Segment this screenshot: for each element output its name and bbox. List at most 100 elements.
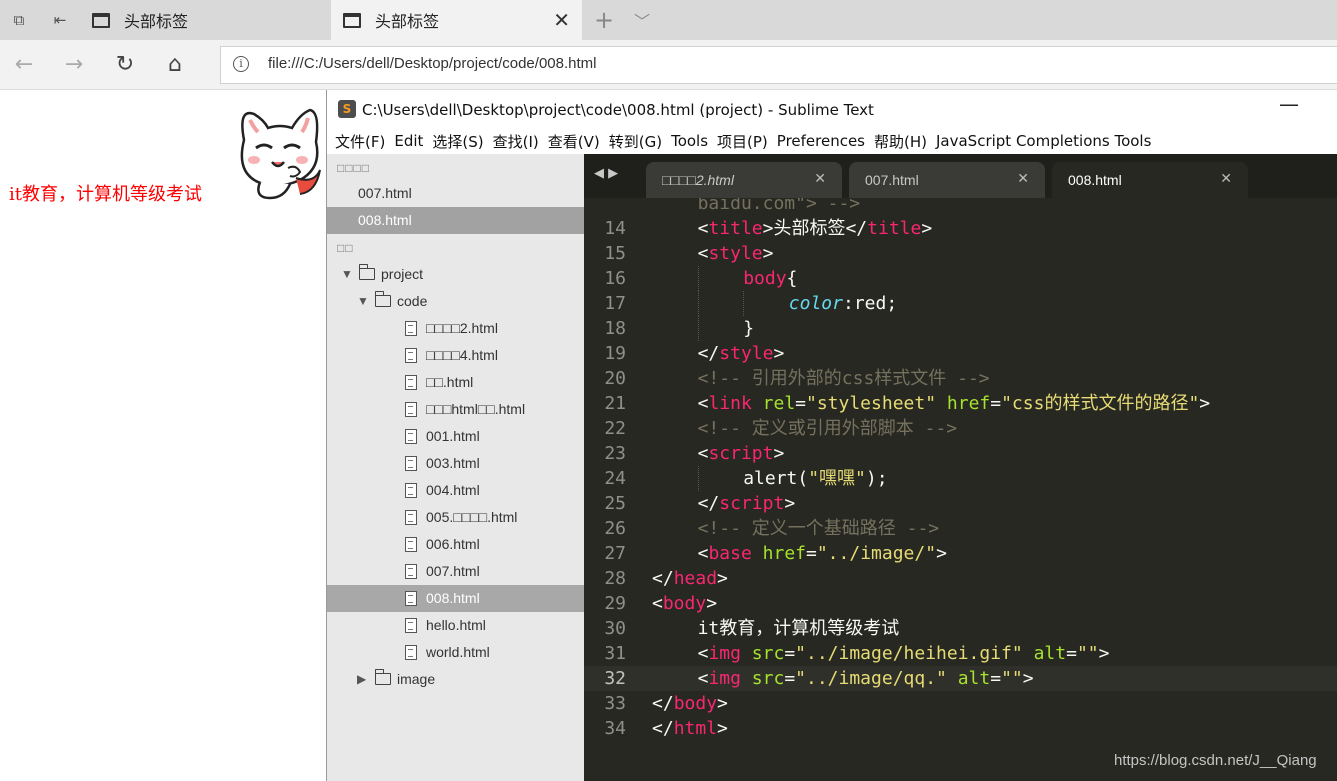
- tree-file[interactable]: world.html: [327, 639, 584, 666]
- menu-item[interactable]: Preferences: [777, 132, 865, 150]
- tree-folder[interactable]: ▶ image: [327, 666, 584, 693]
- tab-preview-icon[interactable]: ⧉: [9, 10, 29, 30]
- menu-item[interactable]: 项目(P): [717, 131, 768, 152]
- folder-icon: [374, 669, 391, 685]
- tree-file[interactable]: hello.html: [327, 612, 584, 639]
- close-icon[interactable]: ✕: [814, 170, 826, 187]
- editor-tab[interactable]: 008.html ✕: [1052, 162, 1248, 198]
- menu-item[interactable]: 文件(F): [335, 131, 385, 152]
- line-number: 19: [604, 343, 626, 364]
- code-line[interactable]: 21 <link rel="stylesheet" href="css的样式文件的…: [584, 391, 1337, 416]
- code-line[interactable]: baidu.com"> -->: [584, 198, 1337, 216]
- code-token: </: [652, 718, 674, 739]
- file-icon: [405, 348, 417, 363]
- code-line[interactable]: 34 </html>: [584, 716, 1337, 741]
- tree-folder[interactable]: ▼ code: [327, 288, 584, 315]
- code-line[interactable]: 20 <!-- 引用外部的css样式文件 -->: [584, 366, 1337, 391]
- address-url[interactable]: file:///C:/Users/dell/Desktop/project/co…: [268, 55, 596, 72]
- code-line[interactable]: 33 </body>: [584, 691, 1337, 716]
- menu-item[interactable]: 查找(I): [493, 131, 539, 152]
- chevron-down-icon[interactable]: ﹀: [634, 8, 650, 32]
- forward-arrow-icon[interactable]: →: [60, 51, 88, 79]
- editor-tab[interactable]: □□□□2.html ✕: [646, 162, 842, 198]
- menu-item[interactable]: JavaScript Completions Tools: [936, 132, 1151, 150]
- code-token: src: [751, 643, 785, 664]
- code-line[interactable]: 16 body{: [584, 266, 1337, 291]
- back-arrow-icon[interactable]: ←: [10, 51, 38, 79]
- close-icon[interactable]: ✕: [1220, 170, 1232, 187]
- menu-item[interactable]: 转到(G): [609, 131, 662, 152]
- code-line[interactable]: 18}: [584, 316, 1337, 341]
- code-line[interactable]: 28 </head>: [584, 566, 1337, 591]
- set-aside-tabs-icon[interactable]: ⇤: [50, 10, 70, 30]
- code-line[interactable]: 24 alert("嘿嘿");: [584, 466, 1337, 491]
- code-line[interactable]: 27 <base href="../image/">: [584, 541, 1337, 566]
- tree-file[interactable]: 008.html: [327, 585, 584, 612]
- code-line[interactable]: 14 <title>头部标签</title>: [584, 216, 1337, 241]
- tree-file[interactable]: 007.html: [327, 558, 584, 585]
- code-line[interactable]: 32 <img src="../image/qq." alt="">: [584, 666, 1337, 691]
- open-file-item[interactable]: 007.html: [327, 180, 584, 207]
- refresh-icon[interactable]: ↻: [111, 51, 139, 79]
- file-icon: [405, 483, 417, 498]
- plus-icon[interactable]: +: [594, 6, 614, 34]
- code-line[interactable]: 26 <!-- 定义一个基础路径 -->: [584, 516, 1337, 541]
- code-area[interactable]: baidu.com"> --> 14 <title>头部标签</title> 15 <s…: [584, 198, 1337, 781]
- tree-file[interactable]: 005.□□□□.html: [327, 504, 584, 531]
- tree-file[interactable]: □□□html□□.html: [327, 396, 584, 423]
- code-line[interactable]: 22 <!-- 定义或引用外部脚本 -->: [584, 416, 1337, 441]
- tree-file[interactable]: 001.html: [327, 423, 584, 450]
- code-token: >: [784, 493, 796, 514]
- minimize-icon[interactable]: —: [1279, 92, 1299, 116]
- expanded-arrow-icon[interactable]: ▼: [341, 261, 353, 288]
- tree-file[interactable]: 004.html: [327, 477, 584, 504]
- code-token: <: [697, 668, 709, 689]
- browser-tab-1[interactable]: 头部标签: [80, 0, 330, 40]
- code-line[interactable]: 15 <style>: [584, 241, 1337, 266]
- line-number: 16: [604, 268, 626, 289]
- code-line[interactable]: 23 <script>: [584, 441, 1337, 466]
- code-line[interactable]: 31 <img src="../image/heihei.gif" alt="">: [584, 641, 1337, 666]
- tree-file[interactable]: □□□□4.html: [327, 342, 584, 369]
- code-line[interactable]: 25 </script>: [584, 491, 1337, 516]
- line-number: 15: [604, 243, 626, 264]
- tab-scroll-arrows-icon[interactable]: ◀ ▶: [594, 166, 618, 181]
- code-line[interactable]: 30 it教育，计算机等级考试: [584, 616, 1337, 641]
- code-token: =: [806, 543, 817, 564]
- editor-tab-label: 008.html: [1068, 172, 1122, 188]
- file-icon: [405, 618, 417, 633]
- info-icon[interactable]: i: [233, 56, 249, 72]
- menu-item[interactable]: 查看(V): [548, 131, 600, 152]
- menu-item[interactable]: 选择(S): [432, 131, 483, 152]
- tree-file[interactable]: 003.html: [327, 450, 584, 477]
- indent-guide: [697, 316, 699, 341]
- menu-item[interactable]: Tools: [671, 132, 708, 150]
- window-icon: [343, 12, 361, 28]
- tree-folder[interactable]: ▼ project: [327, 261, 584, 288]
- line-number: 23: [604, 443, 626, 464]
- code-token: >: [706, 593, 718, 614]
- code-text: <base href="../image/">: [698, 541, 947, 566]
- close-icon[interactable]: ✕: [1017, 170, 1029, 187]
- tree-file[interactable]: □□.html: [327, 369, 584, 396]
- address-bar[interactable]: i file:///C:/Users/dell/Desktop/project/…: [220, 46, 1337, 84]
- home-icon[interactable]: ⌂: [161, 51, 189, 79]
- expanded-arrow-icon[interactable]: ▼: [357, 288, 369, 315]
- code-line[interactable]: 29 <body>: [584, 591, 1337, 616]
- menu-item[interactable]: 帮助(H): [874, 131, 927, 152]
- code-text: <body>: [652, 591, 717, 616]
- code-token: >: [1199, 393, 1211, 414]
- close-icon[interactable]: ✕: [553, 8, 570, 32]
- tree-file[interactable]: □□□□2.html: [327, 315, 584, 342]
- tree-file[interactable]: 006.html: [327, 531, 584, 558]
- watermark: https://blog.csdn.net/J__Qiang: [1114, 752, 1317, 769]
- line-number: 29: [604, 593, 626, 614]
- editor-tab[interactable]: 007.html ✕: [849, 162, 1045, 198]
- code-token: "../image/heihei.gif": [795, 643, 1023, 664]
- menu-item[interactable]: Edit: [394, 132, 423, 150]
- open-file-item[interactable]: 008.html: [327, 207, 584, 234]
- collapsed-arrow-icon[interactable]: ▶: [357, 666, 366, 693]
- browser-tab-2[interactable]: 头部标签 ✕: [331, 0, 582, 40]
- code-line[interactable]: 17 color:red;: [584, 291, 1337, 316]
- code-line[interactable]: 19 </style>: [584, 341, 1337, 366]
